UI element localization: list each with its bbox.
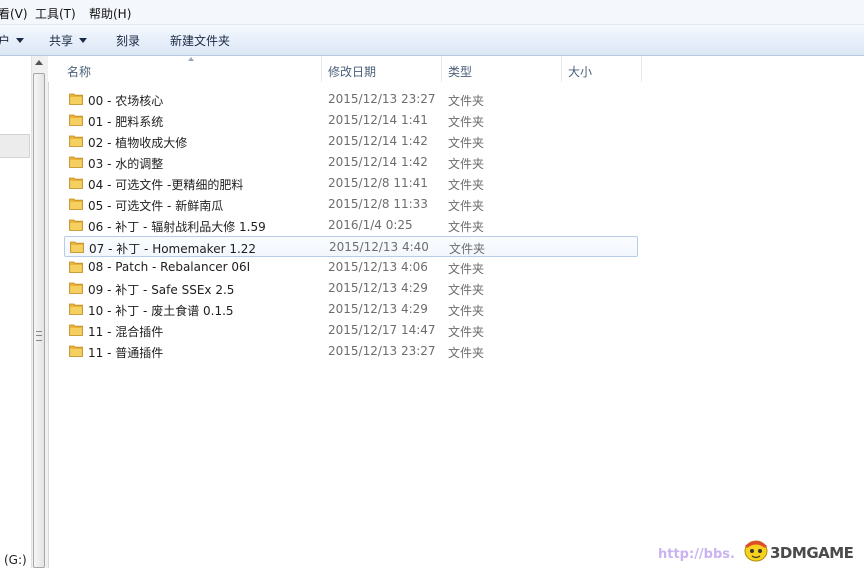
folder-icon <box>69 345 83 357</box>
new-folder-button[interactable]: 新建文件夹 <box>170 32 230 49</box>
watermark-brand: 3DMGAME <box>770 544 854 562</box>
column-name[interactable]: 名称 <box>67 63 91 80</box>
file-type: 文件夹 <box>449 242 486 256</box>
file-row[interactable]: 10 - 补丁 - 废土食谱 0.1.5 2015/12/13 4:29 文件夹 <box>64 299 638 320</box>
folder-icon <box>69 303 83 315</box>
file-date: 2015/12/13 23:27 <box>328 92 436 106</box>
folder-icon <box>69 261 83 273</box>
menu-tools[interactable]: 工具(T) <box>35 5 76 22</box>
scrollbar-thumb[interactable] <box>33 73 45 568</box>
folder-icon <box>69 114 83 126</box>
sort-arrow-icon <box>188 57 194 61</box>
column-size[interactable]: 大小 <box>568 63 592 80</box>
file-type: 文件夹 <box>448 199 485 213</box>
folder-icon <box>69 156 83 168</box>
folder-icon <box>69 93 83 105</box>
column-divider[interactable] <box>441 56 442 82</box>
chevron-down-icon <box>79 38 88 43</box>
folder-icon <box>70 241 84 253</box>
file-date: 2015/12/14 1:42 <box>328 134 428 148</box>
scroll-up-arrow-icon[interactable] <box>35 60 43 65</box>
file-row[interactable]: 11 - 混合插件 2015/12/17 14:47 文件夹 <box>64 320 638 341</box>
column-divider[interactable] <box>641 56 642 82</box>
vertical-scrollbar[interactable] <box>31 56 49 568</box>
file-type: 文件夹 <box>448 115 485 129</box>
file-name: 11 - 混合插件 <box>88 325 164 339</box>
file-date: 2015/12/13 4:29 <box>328 302 428 316</box>
file-name: 03 - 水的调整 <box>88 157 164 171</box>
file-row[interactable]: 05 - 可选文件 - 新鲜南瓜 2015/12/8 11:33 文件夹 <box>64 194 638 215</box>
file-name: 08 - Patch - Rebalancer 06I <box>88 260 251 274</box>
file-type: 文件夹 <box>448 304 485 318</box>
file-date: 2016/1/4 0:25 <box>328 218 413 232</box>
file-row[interactable]: 04 - 可选文件 -更精细的肥料 2015/12/8 11:41 文件夹 <box>64 173 638 194</box>
file-row[interactable]: 02 - 植物收成大修 2015/12/14 1:42 文件夹 <box>64 131 638 152</box>
file-name: 01 - 肥料系统 <box>88 115 164 129</box>
file-name: 07 - 补丁 - Homemaker 1.22 <box>89 242 257 256</box>
file-row[interactable]: 09 - 补丁 - Safe SSEx 2.5 2015/12/13 4:29 文件… <box>64 278 638 299</box>
column-type[interactable]: 类型 <box>448 63 472 80</box>
file-date: 2015/12/14 1:41 <box>328 113 428 127</box>
burn-button[interactable]: 刻录 <box>116 32 140 49</box>
file-name: 11 - 普通插件 <box>88 346 164 360</box>
grip-icon <box>36 331 42 341</box>
file-type: 文件夹 <box>448 346 485 360</box>
file-type: 文件夹 <box>448 94 485 108</box>
folder-icon <box>69 198 83 210</box>
file-type: 文件夹 <box>448 262 485 276</box>
file-row[interactable]: 11 - 普通插件 2015/12/13 23:27 文件夹 <box>64 341 638 362</box>
menu-bar: 看(V) 工具(T) 帮助(H) <box>0 0 864 25</box>
file-date: 2015/12/14 1:42 <box>328 155 428 169</box>
folder-icon <box>69 177 83 189</box>
file-type: 文件夹 <box>448 220 485 234</box>
watermark: http://bbs. 3DMGAME <box>658 540 864 568</box>
file-date: 2015/12/8 11:33 <box>328 197 428 211</box>
file-name: 06 - 补丁 - 辐射战利品大修 1.59 <box>88 220 266 234</box>
watermark-url: http://bbs. <box>658 547 735 562</box>
folder-icon <box>69 219 83 231</box>
folder-icon <box>69 282 83 294</box>
file-date: 2015/12/8 11:41 <box>328 176 428 190</box>
command-bar: 户 共享 刻录 新建文件夹 <box>0 25 864 56</box>
file-type: 文件夹 <box>448 283 485 297</box>
column-header: 名称 修改日期 类型 大小 <box>48 56 864 82</box>
share-label: 共享 <box>49 34 74 48</box>
folder-icon <box>69 135 83 147</box>
nav-selected-item[interactable] <box>0 134 30 158</box>
column-divider[interactable] <box>561 56 562 82</box>
file-row[interactable]: 03 - 水的调整 2015/12/14 1:42 文件夹 <box>64 152 638 173</box>
file-date: 2015/12/13 4:40 <box>329 240 429 254</box>
share-button[interactable]: 共享 <box>49 32 88 49</box>
file-type: 文件夹 <box>448 178 485 192</box>
file-name: 00 - 农场核心 <box>88 94 164 108</box>
file-row[interactable]: 06 - 补丁 - 辐射战利品大修 1.59 2016/1/4 0:25 文件夹 <box>64 215 638 236</box>
column-date[interactable]: 修改日期 <box>328 63 376 80</box>
mascot-logo-icon <box>744 540 768 562</box>
column-divider[interactable] <box>321 56 322 82</box>
nav-drive-label[interactable]: (G:) <box>4 553 27 567</box>
file-name: 09 - 补丁 - Safe SSEx 2.5 <box>88 283 235 297</box>
file-date: 2015/12/13 4:29 <box>328 281 428 295</box>
file-row[interactable]: 08 - Patch - Rebalancer 06I 2015/12/13 4:… <box>64 257 638 278</box>
navigation-pane[interactable] <box>0 56 31 568</box>
file-name: 02 - 植物收成大修 <box>88 136 188 150</box>
file-name: 04 - 可选文件 -更精细的肥料 <box>88 178 244 192</box>
file-row[interactable]: 07 - 补丁 - Homemaker 1.22 2015/12/13 4:40 文… <box>64 236 638 257</box>
file-type: 文件夹 <box>448 157 485 171</box>
file-date: 2015/12/13 4:06 <box>328 260 428 274</box>
file-name: 10 - 补丁 - 废土食谱 0.1.5 <box>88 304 234 318</box>
file-row[interactable]: 01 - 肥料系统 2015/12/14 1:41 文件夹 <box>64 110 638 131</box>
menu-help[interactable]: 帮助(H) <box>89 5 131 22</box>
chevron-down-icon <box>16 38 25 43</box>
file-type: 文件夹 <box>448 325 485 339</box>
folder-icon <box>69 324 83 336</box>
file-date: 2015/12/13 23:27 <box>328 344 436 358</box>
menu-view[interactable]: 看(V) <box>0 5 28 22</box>
file-type: 文件夹 <box>448 136 485 150</box>
organize-label: 户 <box>0 34 11 48</box>
file-name: 05 - 可选文件 - 新鲜南瓜 <box>88 199 224 213</box>
file-date: 2015/12/17 14:47 <box>328 323 436 337</box>
organize-button[interactable]: 户 <box>0 32 25 49</box>
file-row[interactable]: 00 - 农场核心 2015/12/13 23:27 文件夹 <box>64 89 638 110</box>
